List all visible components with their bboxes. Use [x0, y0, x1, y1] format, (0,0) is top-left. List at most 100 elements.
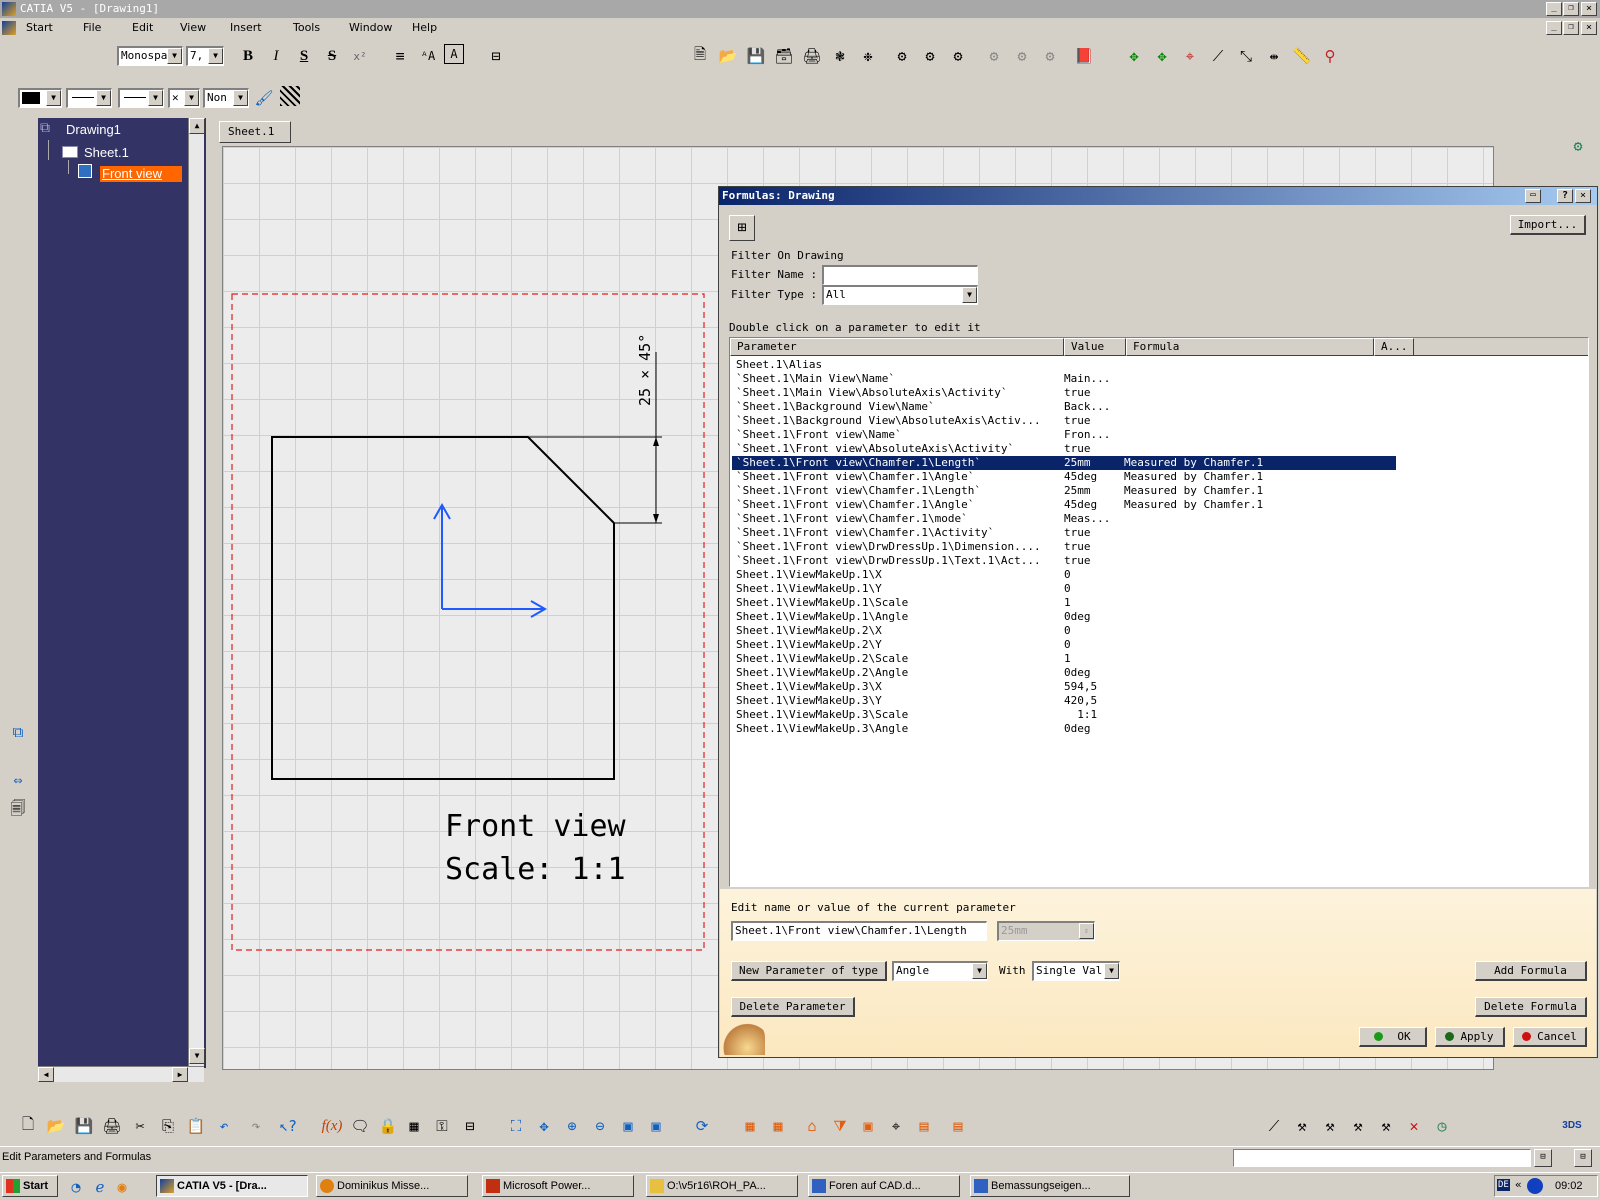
minimize-button[interactable]: _ [1546, 2, 1562, 16]
table-row[interactable]: `Sheet.1\Front view\DrwDressUp.1\Dimensi… [732, 540, 1396, 554]
table-row[interactable]: `Sheet.1\Background View\Name` Back... [732, 400, 1396, 414]
tool-icon[interactable]: ⚒ [1374, 1114, 1398, 1138]
doc-icon[interactable] [2, 21, 16, 35]
bold-icon[interactable]: B [236, 44, 260, 68]
knowledge-icon[interactable]: 🗨 [348, 1114, 372, 1138]
close-button[interactable]: × [1581, 2, 1597, 16]
cancel-button[interactable]: Cancel [1513, 1027, 1587, 1047]
table-row[interactable]: Sheet.1\ViewMakeUp.1\Angle 0deg [732, 610, 1396, 624]
doc-restore-button[interactable]: ❐ [1563, 21, 1579, 35]
zoom-in-icon[interactable]: ⊕ [560, 1114, 584, 1138]
parameter-type-select[interactable]: Angle ▼ [892, 961, 988, 981]
new-icon[interactable]: 🗋 [16, 1114, 40, 1138]
restore-button[interactable]: ❐ [1563, 2, 1579, 16]
diagonal-icon[interactable]: ⤡ [1234, 44, 1258, 68]
table-row[interactable]: `Sheet.1\Front view\AbsoluteAxis\Activit… [732, 442, 1396, 456]
snap-grid-icon[interactable]: ▦ [766, 1114, 790, 1138]
doc-close-button[interactable]: × [1581, 21, 1597, 35]
align-icon[interactable]: ≡ [388, 44, 412, 68]
column-header-activity[interactable]: A... [1374, 338, 1414, 356]
open-icon[interactable]: 📂 [44, 1114, 68, 1138]
catalog-icon[interactable]: ❃ [828, 44, 852, 68]
hatching-icon[interactable] [280, 86, 300, 106]
scroll-up-arrow[interactable]: ▲ [189, 118, 205, 134]
clock-icon[interactable]: ◷ [1430, 1114, 1454, 1138]
hide-show-icon[interactable]: ▣ [644, 1114, 668, 1138]
tree-view-label[interactable]: Front view [100, 166, 182, 182]
delete-parameter-button[interactable]: Delete Parameter [731, 997, 855, 1017]
whats-this-icon[interactable]: ↖? [276, 1114, 300, 1138]
menu-view[interactable]: View [180, 21, 206, 34]
underline-icon[interactable]: S [292, 44, 316, 68]
table-row[interactable]: Sheet.1\Alias [732, 358, 1396, 372]
pan-icon[interactable]: ✥ [532, 1114, 556, 1138]
print-icon[interactable]: 🖨 [800, 44, 824, 68]
stamp-icon[interactable]: 🗐 [6, 798, 30, 822]
zoom-out-icon[interactable]: ⊖ [588, 1114, 612, 1138]
layer-icon[interactable]: ⧉ [6, 720, 30, 744]
tree-sheet-label[interactable]: Sheet.1 [84, 145, 129, 160]
table-row[interactable]: Sheet.1\ViewMakeUp.3\Y 420,5 [732, 694, 1396, 708]
paintbrush-icon[interactable]: 🖌 [252, 86, 276, 110]
language-indicator[interactable]: DE [1497, 1179, 1510, 1191]
taskbar-item-browser[interactable]: Dominikus Misse... [316, 1175, 468, 1197]
spinner-icon[interactable]: ⇕ [1079, 923, 1094, 939]
color-select[interactable]: ▼ [18, 88, 62, 108]
normal-view-icon[interactable]: ▣ [616, 1114, 640, 1138]
table-row[interactable]: Sheet.1\ViewMakeUp.1\Y 0 [732, 582, 1396, 596]
thickness-select[interactable]: ▼ [118, 88, 164, 108]
table-row[interactable]: Sheet.1\ViewMakeUp.3\X 594,5 [732, 680, 1396, 694]
page-setup-icon[interactable]: 🗎 [688, 44, 712, 68]
table-row[interactable]: Sheet.1\ViewMakeUp.2\Scale 1 [732, 652, 1396, 666]
menu-insert[interactable]: Insert [230, 21, 262, 34]
quicklaunch-icon[interactable]: ◔ [64, 1175, 88, 1199]
tool-icon[interactable]: ⚒ [1290, 1114, 1314, 1138]
command-button[interactable]: ⊟ [1574, 1149, 1592, 1167]
apply-button[interactable]: Apply [1435, 1027, 1505, 1047]
menu-edit[interactable]: Edit [132, 21, 153, 34]
overload-icon[interactable]: ▤ [946, 1114, 970, 1138]
filter-type-select[interactable]: All ▼ [822, 285, 978, 305]
column-header-parameter[interactable]: Parameter [730, 338, 1064, 356]
layer-select[interactable]: Non ▼ [203, 88, 249, 108]
taskbar-item-folder[interactable]: O:\v5r16\ROH_PA... [646, 1175, 798, 1197]
table-row[interactable]: Sheet.1\ViewMakeUp.3\Scale 1:1 [732, 708, 1396, 722]
catalog-browser-icon[interactable]: ❉ [856, 44, 880, 68]
gear-icon[interactable]: ⚙ [1038, 44, 1062, 68]
table-row[interactable]: `Sheet.1\Front view\Name` Fron... [732, 428, 1396, 442]
ok-button[interactable]: OK [1359, 1027, 1427, 1047]
menu-help[interactable]: Help [412, 21, 437, 34]
parameter-list[interactable]: Parameter Value Formula A... Sheet.1\Ali… [729, 337, 1589, 887]
lock-icon[interactable]: 🔒 [376, 1114, 400, 1138]
undo-icon[interactable]: ↶ [212, 1114, 236, 1138]
table-row[interactable]: `Sheet.1\Front view\DrwDressUp.1\Text.1\… [732, 554, 1396, 568]
macro-icon[interactable]: ⚿ [430, 1114, 454, 1138]
save-icon[interactable]: 💾 [744, 44, 768, 68]
taskbar-item-bemassung[interactable]: Bemassungseigen... [970, 1175, 1130, 1197]
font-name-select[interactable]: Monospa ▼ [117, 46, 183, 66]
save-icon[interactable]: 💾 [72, 1114, 96, 1138]
menu-window[interactable]: Window [349, 21, 392, 34]
cut-icon[interactable]: ✂ [128, 1114, 152, 1138]
table-icon[interactable]: ▦ [402, 1114, 426, 1138]
open-catalog-icon[interactable]: 📂 [716, 44, 740, 68]
catia-app-icon[interactable] [2, 2, 16, 16]
delete-icon[interactable]: ✕ [1402, 1114, 1426, 1138]
table-row[interactable]: `Sheet.1\Background View\AbsoluteAxis\Ac… [732, 414, 1396, 428]
command-input[interactable] [1233, 1149, 1531, 1167]
tool-icon[interactable]: ⚒ [1346, 1114, 1370, 1138]
table-row[interactable]: Sheet.1\ViewMakeUp.2\Y 0 [732, 638, 1396, 652]
book-icon[interactable]: 📕 [1072, 44, 1096, 68]
strikethrough-icon[interactable]: S [320, 44, 344, 68]
menu-tools[interactable]: Tools [293, 21, 320, 34]
analysis-icon[interactable]: ⌂ [800, 1114, 824, 1138]
update-icon[interactable]: ⚙ [890, 44, 914, 68]
filter-name-input[interactable] [822, 265, 978, 285]
table-row[interactable]: Sheet.1\ViewMakeUp.1\Scale 1 [732, 596, 1396, 610]
compass-icon[interactable]: ⚙ [1566, 134, 1590, 158]
scroll-left-arrow[interactable]: ◀ [38, 1067, 54, 1082]
table-row[interactable]: `Sheet.1\Front view\Chamfer.1\Length` 25m… [732, 484, 1396, 498]
table-row[interactable]: `Sheet.1\Front view\Chamfer.1\Angle` 45de… [732, 498, 1396, 512]
column-header-value[interactable]: Value [1064, 338, 1126, 356]
edit-name-input[interactable]: Sheet.1\Front view\Chamfer.1\Length [731, 921, 987, 941]
